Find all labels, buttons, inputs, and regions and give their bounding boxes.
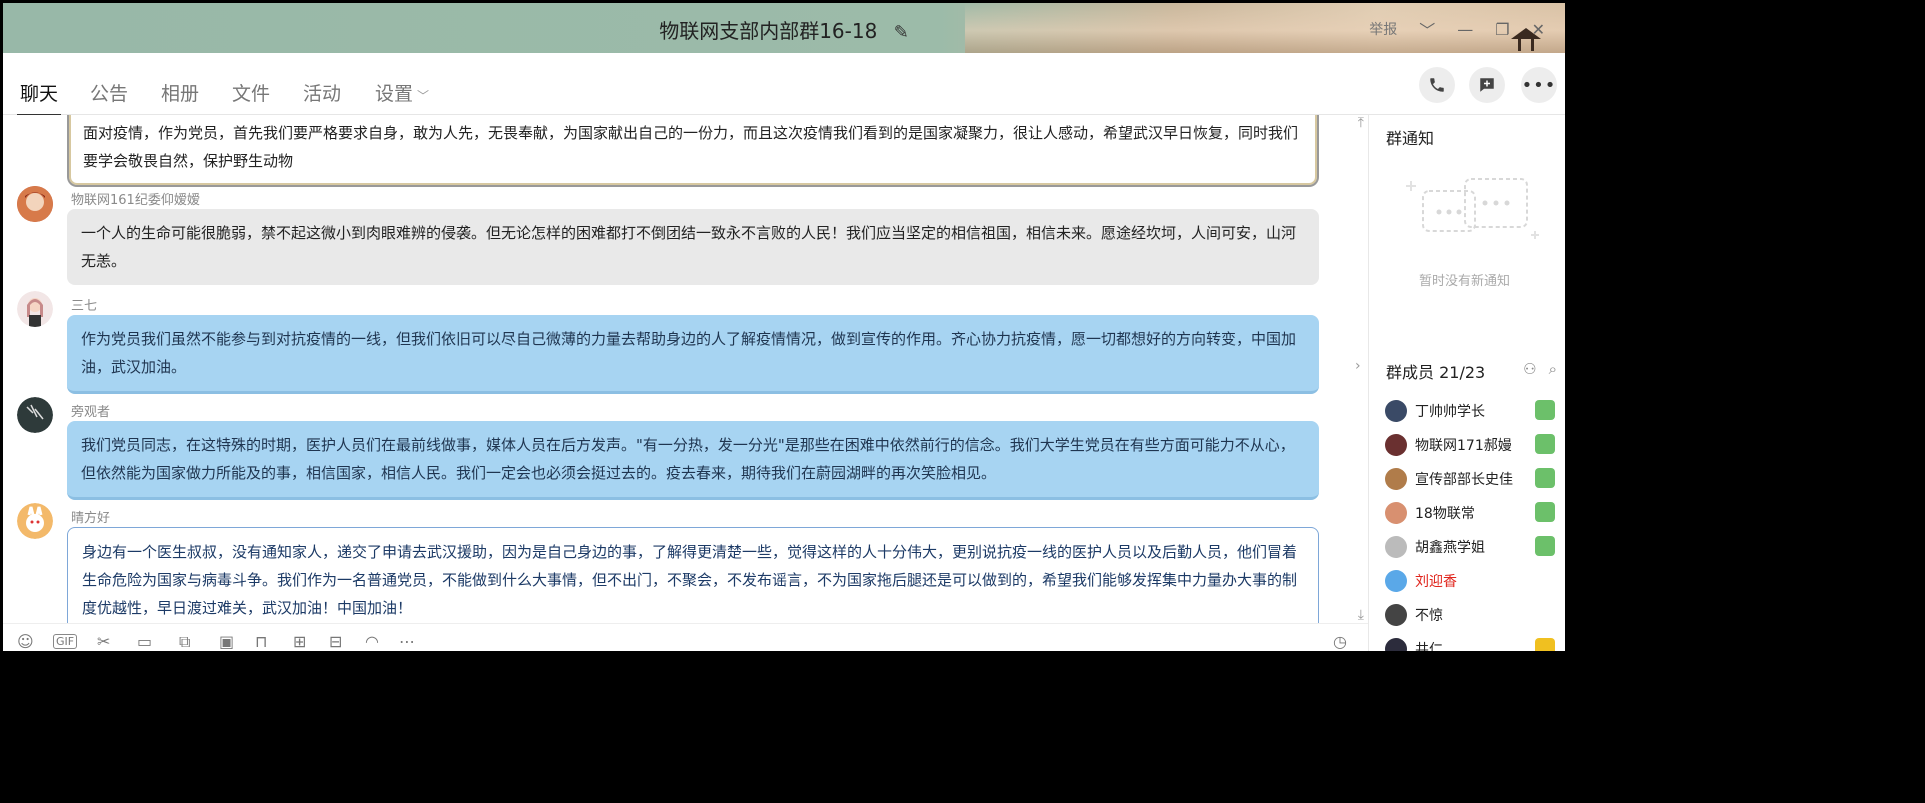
member-name: 18物联常	[1415, 506, 1475, 522]
scroll-bottom-icon[interactable]: ⤓	[1358, 607, 1364, 623]
emoji-icon[interactable]: ☺	[17, 632, 34, 651]
message-text: 面对疫情，作为党员，首先我们要严格要求自身，敢为人先，无畏奉献，为国家献出自己的…	[83, 124, 1299, 170]
member-role-icon	[1535, 536, 1555, 556]
scissors-icon[interactable]: ✂	[97, 632, 110, 651]
message-text: 作为党员我们虽然不能参与到对抗疫情的一线，但我们依旧可以尽自己微薄的力量去帮助身…	[81, 330, 1297, 376]
message-sender[interactable]: 物联网161纪委仰嫒嫒	[71, 189, 200, 208]
member-name: 物联网171郝嫚	[1415, 438, 1512, 454]
tab-announcement[interactable]: 公告	[90, 79, 128, 106]
tab-album[interactable]: 相册	[161, 79, 199, 106]
input-toolbar: ☺ GIF ✂ ▭ ⧉ ▣ ⊓ ⊞ ⊟ ◠ ⋯ ◷	[3, 623, 1368, 651]
collapse-panel-icon[interactable]: ›	[1355, 358, 1361, 374]
message-bubble: 我们党员同志，在这特殊的时期，医护人员们在最前线做事，媒体人员在后方发声。"有一…	[67, 421, 1319, 500]
title-bar: 物联网支部内部群16-18 ✎ 举报 ﹀ — ❐ ✕	[3, 3, 1565, 53]
scroll-top-icon[interactable]: ⤒	[1358, 115, 1364, 131]
member-item[interactable]: 物联网171郝嫚	[1385, 432, 1555, 458]
member-item[interactable]: 井仁	[1385, 636, 1555, 651]
tab-activity[interactable]: 活动	[303, 79, 341, 106]
tab-settings[interactable]: 设置 ﹀	[375, 79, 429, 106]
add-chat-icon[interactable]	[1469, 67, 1505, 103]
chat-window: 物联网支部内部群16-18 ✎ 举报 ﹀ — ❐ ✕ 聊天 公告 相册 文件 活…	[3, 3, 1565, 651]
member-item[interactable]: 丁帅帅学长	[1385, 398, 1555, 424]
message-text: 身边有一个医生叔叔，没有通知家人，递交了申请去武汉援助，因为是自己身边的事，了解…	[82, 543, 1298, 617]
folder-icon[interactable]: ▭	[137, 632, 152, 651]
member-name: 胡鑫燕学姐	[1415, 540, 1485, 556]
right-panel: 群通知 暂时没有新通知 › 群成员 21/23 ⚇ ⌕ 丁帅帅学长物联网171郝…	[1355, 115, 1565, 651]
avatar	[1385, 604, 1407, 626]
avatar	[1385, 570, 1407, 592]
bell-icon[interactable]: ◠	[365, 632, 379, 651]
report-button[interactable]: 举报	[1369, 19, 1397, 39]
transfer-icon[interactable]: ⊟	[329, 632, 342, 651]
avatar	[1385, 434, 1407, 456]
search-icon[interactable]: ⌕	[1549, 360, 1557, 378]
avatar[interactable]	[17, 397, 53, 433]
gift-icon[interactable]: ⊞	[293, 632, 306, 651]
phone-icon[interactable]	[1419, 67, 1455, 103]
member-name: 刘迎香	[1415, 574, 1457, 590]
member-role-icon	[1535, 468, 1555, 488]
member-manage-icon[interactable]: ⚇	[1523, 360, 1536, 378]
member-item[interactable]: 宣传部部长史佳	[1385, 466, 1555, 492]
member-role-icon	[1535, 400, 1555, 420]
avatar[interactable]	[17, 291, 53, 327]
avatar	[1385, 638, 1407, 651]
member-item[interactable]: 刘迎香	[1385, 568, 1555, 594]
message-bubble: 作为党员我们虽然不能参与到对抗疫情的一线，但我们依旧可以尽自己微薄的力量去帮助身…	[67, 315, 1319, 394]
notice-empty-text: 暂时没有新通知	[1419, 274, 1511, 289]
window-controls: 举报 ﹀ — ❐ ✕	[1369, 17, 1545, 41]
member-name: 宣传部部长史佳	[1415, 472, 1513, 488]
group-title: 物联网支部内部群16-18 ✎	[3, 15, 1565, 44]
message-sender[interactable]: 三七	[71, 295, 97, 314]
members-title: 群成员 21/23	[1386, 363, 1486, 382]
pencil-icon[interactable]: ✎	[894, 22, 909, 43]
member-role-icon	[1535, 502, 1555, 522]
tab-chat[interactable]: 聊天	[16, 79, 62, 116]
member-name: 井仁	[1415, 642, 1443, 651]
avatar	[1385, 400, 1407, 422]
member-role-icon	[1535, 638, 1555, 651]
message-bubble: 面对疫情，作为党员，首先我们要严格要求自身，敢为人先，无畏奉献，为国家献出自己的…	[67, 115, 1319, 187]
tab-bar: 聊天 公告 相册 文件 活动 设置 ﹀ •••	[3, 53, 1565, 116]
member-name: 不惊	[1415, 608, 1443, 624]
more-icon[interactable]: •••	[1521, 67, 1557, 103]
notice-title: 群通知	[1386, 129, 1435, 148]
empty-notice-icon	[1406, 178, 1539, 239]
member-name: 丁帅帅学长	[1415, 404, 1485, 420]
tab-files[interactable]: 文件	[232, 79, 270, 106]
chat-area[interactable]: ⤒ 面对疫情，作为党员，首先我们要严格要求自身，敢为人先，无畏奉献，为国家献出自…	[3, 115, 1368, 623]
message-sender[interactable]: 晴方好	[71, 507, 110, 526]
avatar[interactable]	[17, 186, 53, 222]
gif-icon[interactable]: GIF	[53, 634, 78, 649]
history-icon[interactable]: ◷	[1333, 632, 1347, 651]
message-sender[interactable]: 旁观者	[71, 401, 110, 420]
maximize-icon[interactable]: ❐	[1495, 20, 1509, 39]
members-actions: ⚇ ⌕	[1523, 360, 1557, 378]
image-icon[interactable]: ▣	[219, 632, 234, 651]
group-title-text: 物联网支部内部群16-18	[659, 19, 878, 43]
chevron-down-icon: ﹀	[417, 89, 430, 103]
member-item[interactable]: 不惊	[1385, 602, 1555, 628]
avatar[interactable]	[17, 503, 53, 539]
chevron-down-icon[interactable]: ﹀	[1419, 17, 1435, 41]
red-packet-icon[interactable]: ⊓	[255, 632, 267, 651]
member-item[interactable]: 18物联常	[1385, 500, 1555, 526]
message-text: 我们党员同志，在这特殊的时期，医护人员们在最前线做事，媒体人员在后方发声。"有一…	[81, 436, 1295, 482]
avatar	[1385, 536, 1407, 558]
avatar	[1385, 502, 1407, 524]
message-text: 一个人的生命可能很脆弱，禁不起这微小到肉眼难辨的侵袭。但无论怎样的困难都打不倒团…	[81, 224, 1297, 270]
more-tools-icon[interactable]: ⋯	[399, 632, 415, 651]
message-bubble: 身边有一个医生叔叔，没有通知家人，递交了申请去武汉援助，因为是自己身边的事，了解…	[67, 527, 1319, 623]
screenshot-icon[interactable]: ⧉	[179, 632, 190, 651]
minimize-icon[interactable]: —	[1457, 20, 1473, 39]
member-role-icon	[1535, 434, 1555, 454]
close-icon[interactable]: ✕	[1532, 20, 1545, 39]
message-bubble: 一个人的生命可能很脆弱，禁不起这微小到肉眼难辨的侵袭。但无论怎样的困难都打不倒团…	[67, 209, 1319, 285]
member-item[interactable]: 胡鑫燕学姐	[1385, 534, 1555, 560]
avatar	[1385, 468, 1407, 490]
tab-settings-label: 设置	[375, 83, 414, 105]
